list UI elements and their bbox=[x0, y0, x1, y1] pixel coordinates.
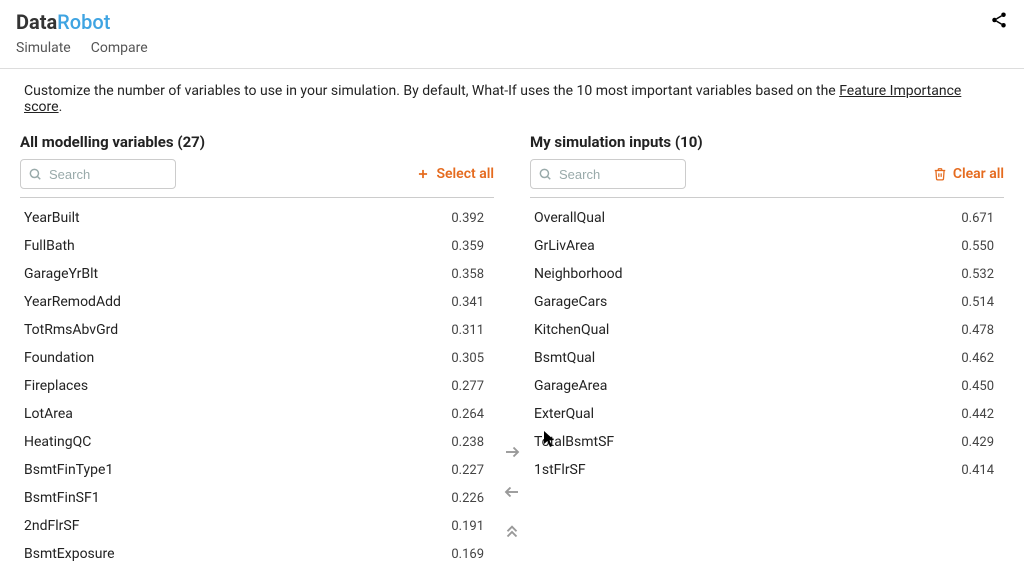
list-item[interactable]: YearRemodAdd0.341 bbox=[20, 288, 494, 316]
trash-icon bbox=[933, 167, 947, 181]
move-left-button[interactable] bbox=[503, 483, 521, 505]
tab-simulate[interactable]: Simulate bbox=[16, 40, 71, 60]
arrow-right-icon bbox=[503, 443, 521, 461]
list-item[interactable]: OverallQual0.671 bbox=[530, 204, 1004, 232]
list-item[interactable]: LotArea0.264 bbox=[20, 400, 494, 428]
simulation-inputs-panel: My simulation inputs (10) Clear all Over… bbox=[530, 133, 1004, 484]
share-icon[interactable] bbox=[990, 11, 1008, 33]
all-variables-list: YearBuilt0.392 FullBath0.359 GarageYrBlt… bbox=[20, 204, 494, 568]
list-item[interactable]: GrLivArea0.550 bbox=[530, 232, 1004, 260]
list-item[interactable]: Neighborhood0.532 bbox=[530, 260, 1004, 288]
clear-all-button[interactable]: Clear all bbox=[933, 166, 1004, 182]
list-item[interactable]: 2ndFlrSF0.191 bbox=[20, 512, 494, 540]
scroll-top-button[interactable] bbox=[503, 523, 521, 545]
transfer-controls bbox=[494, 133, 530, 545]
list-item[interactable]: BsmtExposure0.169 bbox=[20, 540, 494, 568]
list-item[interactable]: BsmtFinSF10.226 bbox=[20, 484, 494, 512]
list-item[interactable]: TotRmsAbvGrd0.311 bbox=[20, 316, 494, 344]
brand-part2: Robot bbox=[57, 10, 110, 34]
arrow-left-icon bbox=[503, 483, 521, 501]
simulation-inputs-title: My simulation inputs (10) bbox=[530, 133, 1004, 151]
list-item[interactable]: TotalBsmtSF0.429 bbox=[530, 428, 1004, 456]
list-item[interactable]: Foundation0.305 bbox=[20, 344, 494, 372]
brand-logo: DataRobot bbox=[16, 10, 110, 34]
simulation-inputs-list: OverallQual0.671 GrLivArea0.550 Neighbor… bbox=[530, 204, 1004, 484]
tab-compare[interactable]: Compare bbox=[91, 40, 148, 60]
plus-icon bbox=[416, 167, 430, 181]
search-input-left[interactable] bbox=[20, 159, 176, 189]
list-item[interactable]: GarageArea0.450 bbox=[530, 372, 1004, 400]
list-item[interactable]: Fireplaces0.277 bbox=[20, 372, 494, 400]
all-variables-title: All modelling variables (27) bbox=[20, 133, 494, 151]
list-item[interactable]: GarageYrBlt0.358 bbox=[20, 260, 494, 288]
list-item[interactable]: ExterQual0.442 bbox=[530, 400, 1004, 428]
list-item[interactable]: 1stFlrSF0.414 bbox=[530, 456, 1004, 484]
search-icon bbox=[28, 167, 42, 181]
brand-part1: Data bbox=[16, 10, 57, 34]
description-suffix: . bbox=[59, 99, 63, 115]
move-right-button[interactable] bbox=[503, 443, 521, 465]
search-input-right[interactable] bbox=[530, 159, 686, 189]
all-variables-panel: All modelling variables (27) Select all … bbox=[20, 133, 494, 568]
list-item[interactable]: GarageCars0.514 bbox=[530, 288, 1004, 316]
list-item[interactable]: BsmtQual0.462 bbox=[530, 344, 1004, 372]
description-text: Customize the number of variables to use… bbox=[0, 69, 1024, 133]
description-prefix: Customize the number of variables to use… bbox=[24, 83, 839, 99]
list-item[interactable]: FullBath0.359 bbox=[20, 232, 494, 260]
search-icon bbox=[538, 167, 552, 181]
list-item[interactable]: BsmtFinType10.227 bbox=[20, 456, 494, 484]
list-item[interactable]: YearBuilt0.392 bbox=[20, 204, 494, 232]
chevron-double-up-icon bbox=[503, 523, 521, 541]
tab-bar: Simulate Compare bbox=[0, 40, 1024, 69]
select-all-button[interactable]: Select all bbox=[416, 166, 494, 182]
list-item[interactable]: KitchenQual0.478 bbox=[530, 316, 1004, 344]
list-item[interactable]: HeatingQC0.238 bbox=[20, 428, 494, 456]
